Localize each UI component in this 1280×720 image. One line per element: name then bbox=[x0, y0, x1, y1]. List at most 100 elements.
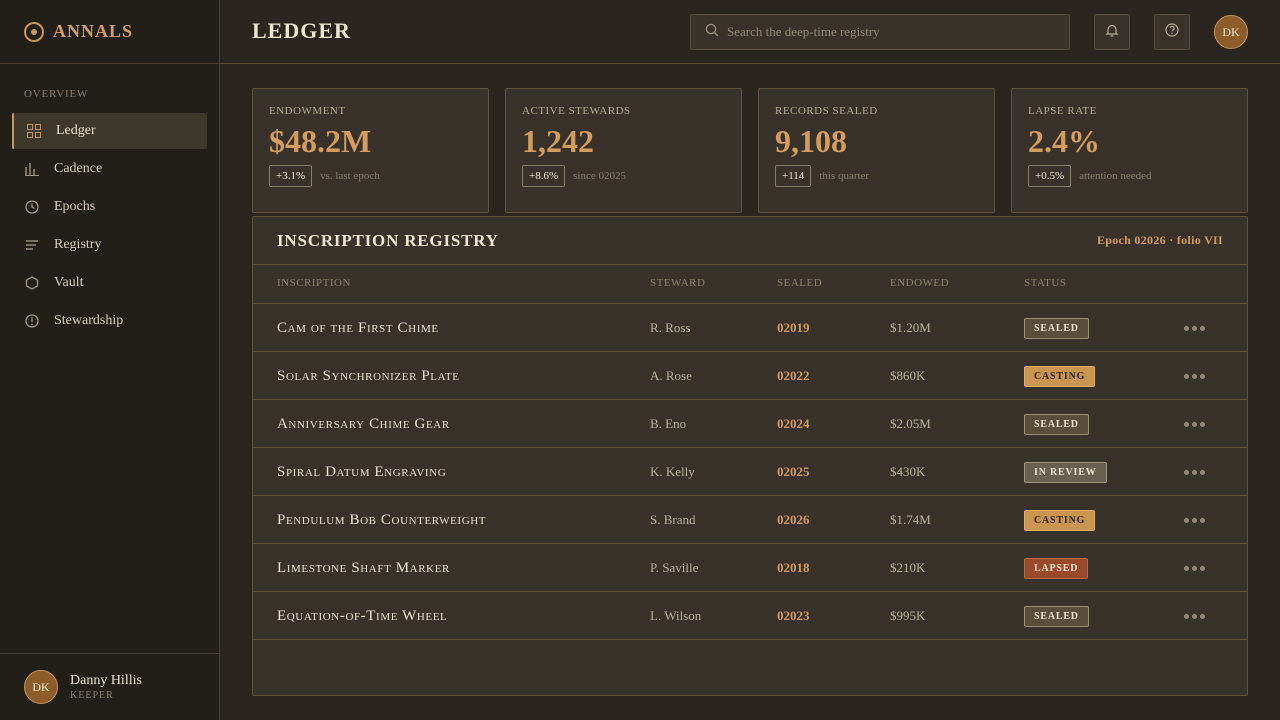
column-header-endowed[interactable]: ENDOWED bbox=[890, 277, 949, 289]
sealed-epoch: 02023 bbox=[777, 608, 810, 623]
inscription-name[interactable]: Anniversary Chime Gear bbox=[277, 400, 450, 448]
stat-value: 1,242 bbox=[522, 123, 594, 159]
inscription-name[interactable]: Pendulum Bob Counterweight bbox=[277, 496, 486, 544]
brand-name: ANNALS bbox=[53, 21, 134, 41]
stat-foot: +8.6% since 02025 bbox=[522, 165, 725, 187]
table-row[interactable]: Anniversary Chime Gear B. Eno 02024 $2.05M S… bbox=[253, 400, 1247, 448]
column-header-steward[interactable]: STEWARD bbox=[650, 277, 705, 289]
row-actions-button[interactable] bbox=[1183, 544, 1205, 592]
sidebar-item-cadence[interactable]: Cadence bbox=[12, 151, 207, 187]
more-icon bbox=[1183, 517, 1205, 523]
row-actions-button[interactable] bbox=[1183, 352, 1205, 400]
stat-label: RECORDS SEALED bbox=[775, 105, 878, 117]
section-label-overview: OVERVIEW bbox=[24, 88, 89, 100]
help-button[interactable] bbox=[1154, 14, 1190, 50]
status-badge: SEALED bbox=[1024, 317, 1089, 339]
header-avatar[interactable]: DK bbox=[1214, 15, 1248, 49]
bell-icon bbox=[1105, 23, 1119, 42]
more-icon bbox=[1183, 421, 1205, 427]
sidebar-item-registry[interactable]: Registry bbox=[12, 227, 207, 263]
row-actions-button[interactable] bbox=[1183, 448, 1205, 496]
sun-dial-icon bbox=[24, 21, 44, 42]
inscription-name[interactable]: Spiral Datum Engraving bbox=[277, 448, 446, 496]
steward-name: S. Brand bbox=[650, 512, 696, 527]
status-cell: IN REVIEW bbox=[1024, 448, 1107, 496]
stat-note: attention needed bbox=[1079, 170, 1152, 182]
user-text: Danny Hillis KEEPER bbox=[70, 673, 142, 701]
column-header-sealed[interactable]: SEALED bbox=[777, 277, 822, 289]
row-actions-button[interactable] bbox=[1183, 496, 1205, 544]
row-actions-button[interactable] bbox=[1183, 592, 1205, 640]
table-row[interactable]: Pendulum Bob Counterweight S. Brand 02026 $… bbox=[253, 496, 1247, 544]
inscription-name[interactable]: Cam of the First Chime bbox=[277, 304, 439, 352]
status-badge: LAPSED bbox=[1024, 557, 1089, 579]
steward-name: K. Kelly bbox=[650, 464, 695, 479]
table-row[interactable]: Cam of the First Chime R. Ross 02019 $1.20M… bbox=[253, 304, 1247, 352]
user-role: KEEPER bbox=[70, 690, 114, 701]
endowed-amount: $210K bbox=[890, 560, 926, 575]
stat-delta: +8.6% bbox=[522, 165, 566, 187]
page-title: LEDGER bbox=[252, 18, 351, 43]
sidebar-item-epochs[interactable]: Epochs bbox=[12, 189, 207, 225]
panel-header: INSCRIPTION REGISTRY Epoch 02026 · folio… bbox=[253, 217, 1247, 265]
sidebar-item-label: Stewardship bbox=[54, 313, 124, 328]
sealed-epoch: 02019 bbox=[777, 320, 810, 335]
stat-card-records-sealed: RECORDS SEALED 9,108 +114 this quarter bbox=[758, 88, 995, 213]
row-actions-button[interactable] bbox=[1183, 304, 1205, 352]
clock-icon bbox=[24, 199, 40, 215]
status-cell: LAPSED bbox=[1024, 544, 1089, 592]
sidebar-item-stewardship[interactable]: Stewardship bbox=[12, 303, 207, 339]
status-cell: SEALED bbox=[1024, 400, 1089, 448]
stat-value: 2.4% bbox=[1028, 123, 1100, 159]
inscription-name[interactable]: Limestone Shaft Marker bbox=[277, 544, 450, 592]
inscription-name[interactable]: Equation-of-Time Wheel bbox=[277, 592, 447, 640]
table-row[interactable]: Limestone Shaft Marker P. Saville 02018 $21… bbox=[253, 544, 1247, 592]
table-row[interactable]: Solar Synchronizer Plate A. Rose 02022 $860… bbox=[253, 352, 1247, 400]
status-badge: SEALED bbox=[1024, 413, 1089, 435]
sidebar-item-label: Cadence bbox=[54, 161, 103, 176]
alert-circle-icon bbox=[24, 313, 40, 329]
stat-label: LAPSE RATE bbox=[1028, 105, 1097, 117]
sealed-epoch: 02022 bbox=[777, 368, 810, 383]
inscription-registry-panel: INSCRIPTION REGISTRY Epoch 02026 · folio… bbox=[252, 216, 1248, 696]
status-cell: SEALED bbox=[1024, 304, 1089, 352]
brand[interactable]: ANNALS bbox=[0, 0, 219, 64]
stat-note: this quarter bbox=[819, 170, 870, 182]
search-box[interactable] bbox=[690, 14, 1070, 50]
endowed-amount: $860K bbox=[890, 368, 926, 383]
search-input[interactable] bbox=[727, 24, 1047, 40]
stats-row: ENDOWMENT $48.2M +3.1% vs. last epoch AC… bbox=[252, 88, 1248, 213]
endowed-amount: $995K bbox=[890, 608, 926, 623]
sealed-epoch: 02026 bbox=[777, 512, 810, 527]
hexagon-icon bbox=[24, 275, 40, 291]
row-actions-button[interactable] bbox=[1183, 400, 1205, 448]
stat-note: since 02025 bbox=[573, 170, 626, 182]
sidebar-nav: Ledger Cadence Epochs Registry Vault Ste… bbox=[12, 113, 207, 341]
steward-name: A. Rose bbox=[650, 368, 692, 383]
stat-note: vs. last epoch bbox=[320, 170, 380, 182]
topbar: LEDGER DK bbox=[220, 0, 1280, 64]
stat-delta: +114 bbox=[775, 165, 812, 187]
sealed-epoch: 02024 bbox=[777, 416, 810, 431]
sidebar-item-label: Registry bbox=[54, 237, 102, 252]
status-badge: SEALED bbox=[1024, 605, 1089, 627]
inscription-name[interactable]: Solar Synchronizer Plate bbox=[277, 352, 460, 400]
sidebar-item-vault[interactable]: Vault bbox=[12, 265, 207, 301]
status-cell: CASTING bbox=[1024, 352, 1096, 400]
column-header-status[interactable]: STATUS bbox=[1024, 277, 1066, 289]
status-cell: CASTING bbox=[1024, 496, 1096, 544]
column-header-inscription[interactable]: INSCRIPTION bbox=[277, 277, 351, 289]
table-row[interactable]: Spiral Datum Engraving K. Kelly 02025 $430K… bbox=[253, 448, 1247, 496]
panel-title: INSCRIPTION REGISTRY bbox=[277, 230, 499, 250]
notifications-button[interactable] bbox=[1094, 14, 1130, 50]
user-profile[interactable]: DK Danny Hillis KEEPER bbox=[0, 653, 219, 720]
more-icon bbox=[1183, 469, 1205, 475]
endowed-amount: $1.20M bbox=[890, 320, 931, 335]
sidebar-item-ledger[interactable]: Ledger bbox=[12, 113, 207, 149]
steward-name: R. Ross bbox=[650, 320, 691, 335]
list-icon bbox=[24, 237, 40, 253]
status-badge: CASTING bbox=[1024, 509, 1096, 531]
steward-name: L. Wilson bbox=[650, 608, 702, 623]
steward-name: P. Saville bbox=[650, 560, 699, 575]
table-row[interactable]: Equation-of-Time Wheel L. Wilson 02023 $995… bbox=[253, 592, 1247, 640]
